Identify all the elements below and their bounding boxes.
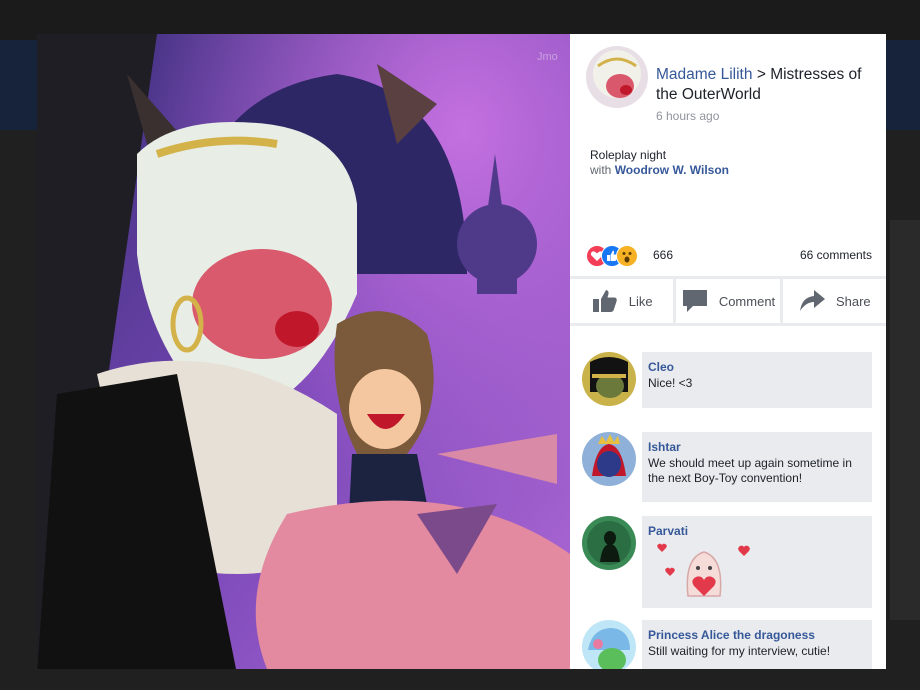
tagged-line: with Woodrow W. Wilson [590, 163, 870, 178]
commenter-name[interactable]: Parvati [642, 516, 872, 538]
wow-reaction-icon [616, 245, 638, 267]
reaction-icons[interactable] [586, 244, 646, 267]
comment-button[interactable]: Comment [676, 279, 783, 323]
reactions-row: 666 66 comments [586, 244, 876, 268]
comment-bubble: Ishtar We should meet up again sometime … [642, 432, 872, 502]
photo-lightbox: Jmo Madame Lilith > Mistresses of the Ou… [37, 34, 886, 669]
post-timestamp[interactable]: 6 hours ago [656, 109, 719, 123]
post-title: Madame Lilith > Mistresses of the OuterW… [656, 65, 881, 105]
comments-count[interactable]: 66 comments [800, 248, 872, 262]
heart-sticker [656, 538, 752, 607]
comment-text: Still waiting for my interview, cutie! [648, 644, 831, 658]
comment-text: Nice! <3 [648, 376, 693, 390]
backdrop-strip [890, 220, 920, 620]
artist-signature: Jmo [537, 51, 558, 63]
comment-icon [682, 290, 707, 312]
post-photo[interactable]: Jmo [37, 34, 570, 669]
commenter-avatar[interactable] [582, 352, 636, 406]
comment-text: We should meet up again sometime in the … [648, 456, 852, 485]
like-label: Like [628, 293, 653, 309]
commenter-name[interactable]: Cleo [642, 352, 872, 374]
comment-bubble: Parvati [642, 516, 872, 608]
share-label: Share [835, 293, 871, 309]
post-body: Roleplay night with Woodrow W. Wilson [590, 148, 870, 178]
with-label: with [590, 163, 612, 177]
commenter-avatar[interactable] [582, 516, 636, 570]
like-button[interactable]: Like [570, 279, 677, 323]
comment-bubble: Princess Alice the dragoness Still waiti… [642, 620, 872, 669]
comment-bubble: Cleo Nice! <3 [642, 352, 872, 408]
title-separator: > [756, 66, 766, 83]
share-button[interactable]: Share [783, 279, 886, 323]
post-actions-bar: Like Comment Share [570, 276, 886, 326]
commenter-name[interactable]: Ishtar [642, 432, 872, 454]
reaction-count[interactable]: 666 [653, 248, 673, 262]
post-text: Roleplay night [590, 148, 667, 162]
author-avatar[interactable] [586, 46, 648, 108]
commenter-avatar[interactable] [582, 432, 636, 486]
author-name-link[interactable]: Madame Lilith [656, 66, 753, 83]
thumbs-up-icon [592, 290, 617, 312]
share-icon [799, 290, 825, 311]
commenter-name[interactable]: Princess Alice the dragoness [642, 620, 872, 642]
post-side-panel: Madame Lilith > Mistresses of the OuterW… [570, 34, 886, 669]
commenter-avatar[interactable] [582, 620, 636, 669]
comment-label: Comment [718, 293, 776, 309]
tagged-user-link[interactable]: Woodrow W. Wilson [615, 163, 729, 177]
